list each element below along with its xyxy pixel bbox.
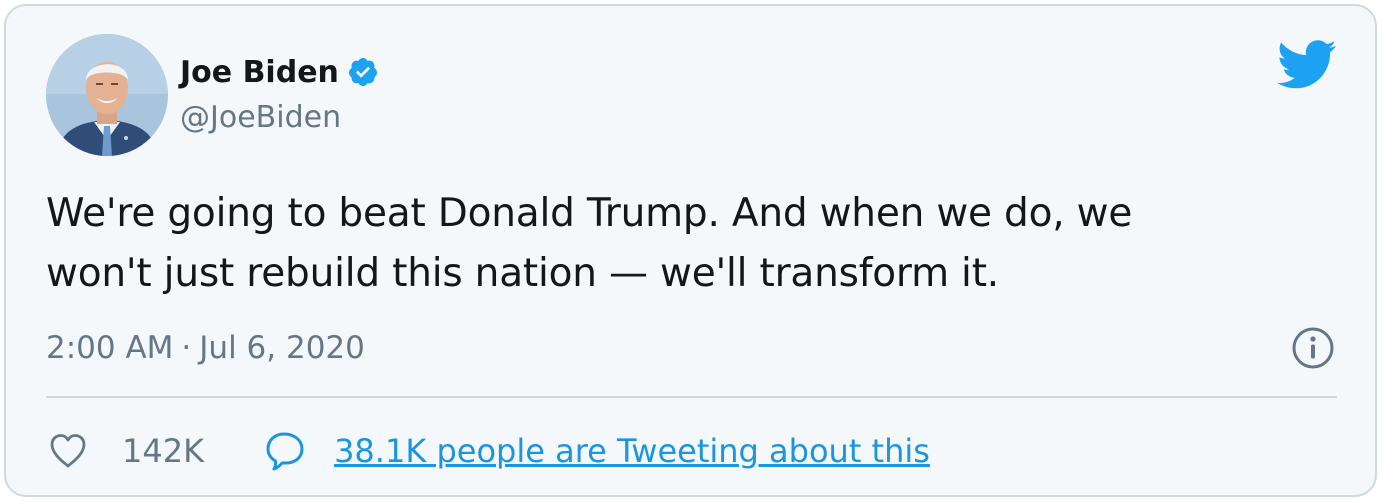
- author-display-name[interactable]: Joe Biden: [180, 55, 339, 90]
- author-handle[interactable]: @JoeBiden: [180, 100, 341, 135]
- twitter-bird-icon[interactable]: [1277, 40, 1337, 90]
- heart-icon: [50, 434, 86, 468]
- tweet-actions: 142K 38.1K people are Tweeting about thi…: [46, 426, 930, 476]
- tweet-text: We're going to beat Donald Trump. And wh…: [46, 191, 1133, 296]
- avatar[interactable]: [46, 34, 168, 156]
- tweeting-about-text[interactable]: 38.1K people are Tweeting about this: [334, 432, 930, 470]
- speech-bubble-icon: [266, 432, 304, 471]
- tweeting-about-link[interactable]: 38.1K people are Tweeting about this: [264, 429, 930, 473]
- tweet-time[interactable]: 2:00 AM: [46, 330, 173, 366]
- like-button[interactable]: 142K: [46, 429, 204, 473]
- author-name-row: Joe Biden: [180, 52, 379, 92]
- info-icon[interactable]: [1291, 326, 1335, 370]
- verified-badge-icon: [347, 56, 379, 88]
- tweet-timestamp: 2:00 AM · Jul 6, 2020: [46, 328, 365, 368]
- timestamp-separator: ·: [181, 330, 192, 366]
- avatar-image: [46, 34, 168, 156]
- like-count: 142K: [122, 432, 205, 470]
- tweet-card: Joe Biden @JoeBiden We're going to beat …: [4, 4, 1377, 497]
- actions-divider: [46, 396, 1337, 398]
- tweet-date[interactable]: Jul 6, 2020: [199, 330, 365, 366]
